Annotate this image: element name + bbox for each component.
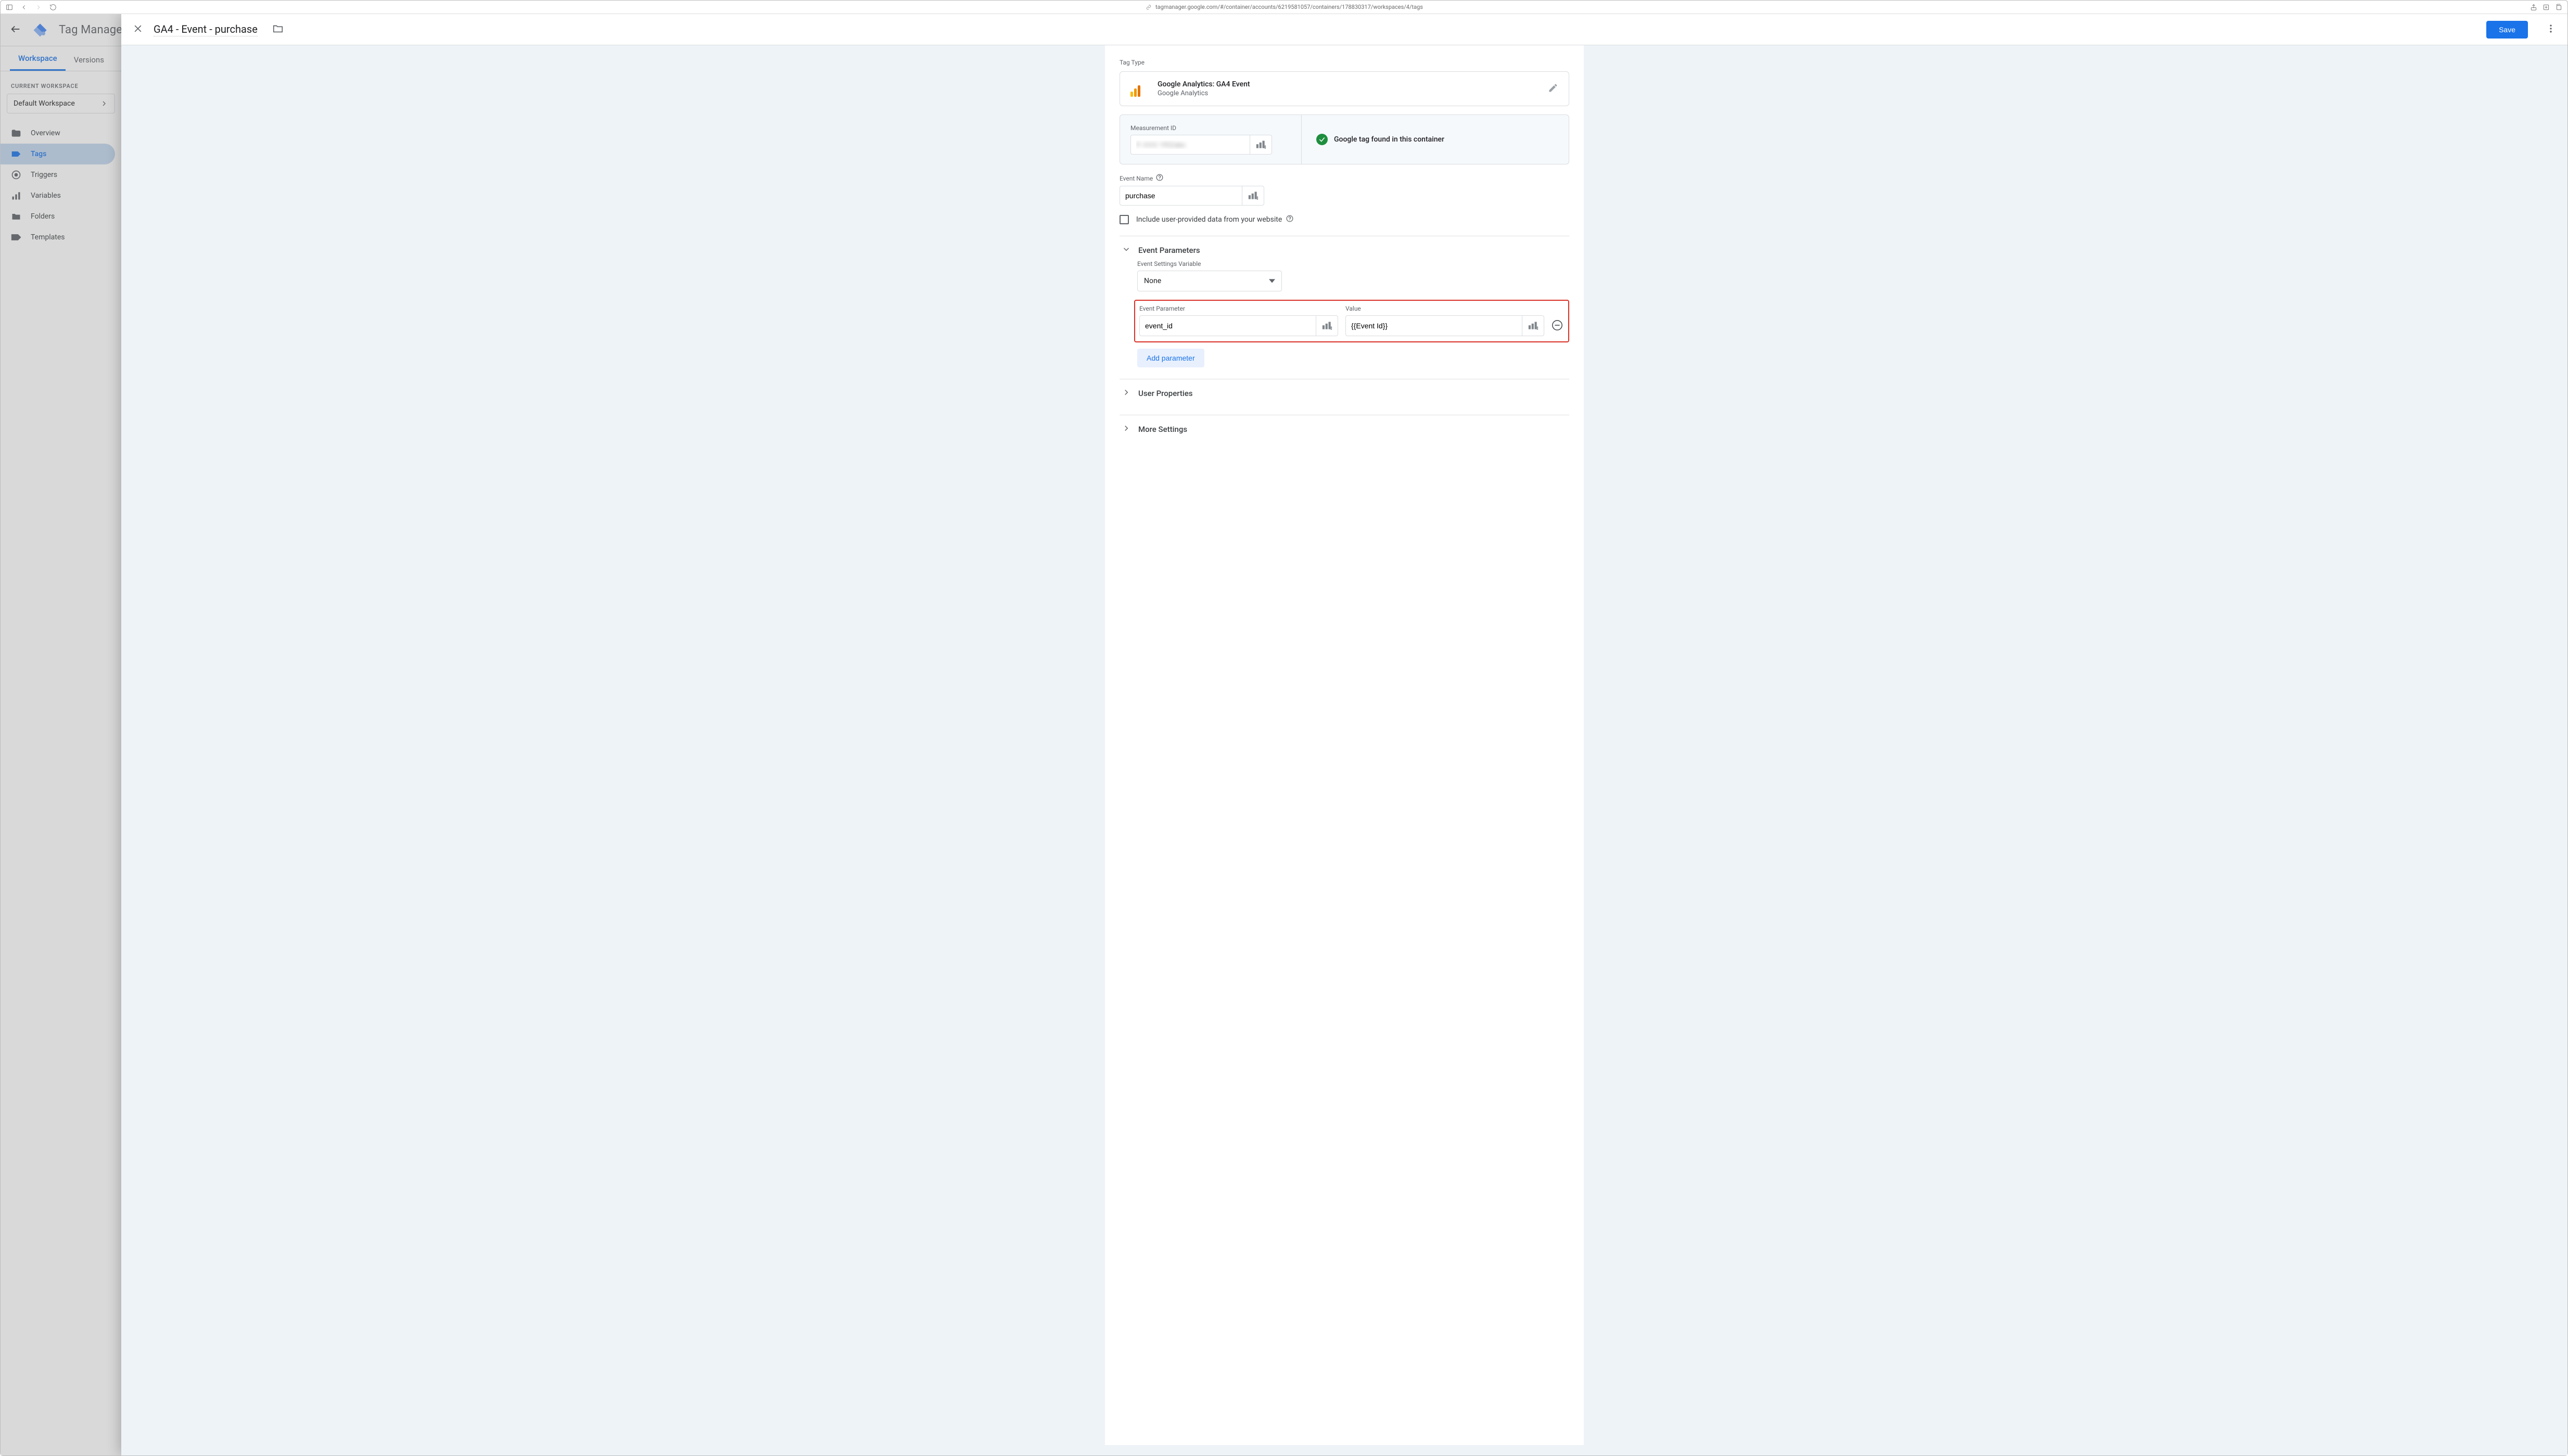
variable-picker-button[interactable] [1242,186,1264,206]
browser-toolbar: tagmanager.google.com/#/container/accoun… [1,1,2567,14]
sidebar-item-triggers[interactable]: Triggers [1,164,115,185]
new-tab-icon[interactable] [2542,4,2550,11]
tag-type-title: Google Analytics: GA4 Event [1158,80,1250,88]
measurement-id-input[interactable] [1130,135,1250,155]
browser-reload-icon[interactable] [49,4,57,11]
sidebar-label: Folders [31,212,55,221]
tag-type-selector[interactable]: Google Analytics: GA4 Event Google Analy… [1120,71,1569,106]
overview-icon [11,128,21,138]
variable-picker-button[interactable] [1250,135,1272,155]
sidebar-item-templates[interactable]: Templates [1,227,115,248]
event-parameter-value-input[interactable] [1345,315,1522,336]
sidebar-label: Overview [31,129,60,137]
workspace-selector[interactable]: Default Workspace [7,94,115,113]
sidebar-label: Templates [31,233,65,241]
help-icon[interactable] [1156,174,1163,183]
tab-versions[interactable]: Versions [66,55,112,71]
event-parameter-row-highlighted: Event Parameter Value [1134,300,1569,342]
more-menu-button[interactable] [2546,23,2556,36]
close-button[interactable] [133,23,143,36]
add-parameter-button[interactable]: Add parameter [1137,349,1204,367]
workspace-name: Default Workspace [14,99,75,108]
select-value: None [1144,277,1161,285]
tabs-icon[interactable] [2555,4,2562,11]
templates-icon [11,232,21,242]
panel-title[interactable]: GA4 - Event - purchase [154,23,258,36]
variables-icon [11,190,21,201]
event-settings-variable-label: Event Settings Variable [1137,260,1569,267]
back-button[interactable] [10,23,21,37]
save-button[interactable]: Save [2486,21,2528,39]
tags-icon [11,149,21,159]
measurement-id-label: Measurement ID [1130,124,1287,132]
url-bar[interactable]: tagmanager.google.com/#/container/accoun… [1145,4,1423,11]
google-analytics-icon [1130,81,1146,97]
tag-config-card: Tag Type Google Analytics: GA4 Event Goo… [1105,45,1584,1445]
event-parameter-name-input[interactable] [1139,315,1316,336]
tag-type-label: Tag Type [1120,59,1569,66]
sidebar-label: Variables [31,191,61,200]
google-tag-found-status: Google tag found in this container [1316,134,1444,145]
sidebar-item-overview[interactable]: Overview [1,123,115,144]
user-properties-header: User Properties [1138,389,1193,398]
url-text: tagmanager.google.com/#/container/accoun… [1155,4,1423,10]
tag-type-subtitle: Google Analytics [1158,90,1250,97]
event-parameter-value-label: Value [1345,305,1544,312]
chevron-down-icon [1122,245,1131,256]
sidebar-label: Triggers [31,171,57,179]
event-name-input[interactable] [1120,186,1242,206]
link-icon [1145,4,1152,11]
browser-forward-icon [35,4,42,11]
variable-picker-button[interactable] [1522,315,1544,336]
variable-picker-button[interactable] [1316,315,1338,336]
sidebar-item-folders[interactable]: Folders [1,206,115,227]
more-settings-header: More Settings [1138,425,1187,434]
remove-parameter-button[interactable] [1552,320,1564,332]
app-title: Tag Manager [59,23,126,36]
share-icon[interactable] [2530,4,2537,11]
sidebar-item-tags[interactable]: Tags [1,144,115,164]
include-user-data-checkbox[interactable] [1120,215,1129,224]
measurement-id-section: Measurement ID Google tag found in this … [1120,114,1569,164]
include-user-data-label: Include user-provided data from your web… [1136,215,1293,224]
event-settings-variable-select[interactable]: None [1137,271,1282,291]
checkmark-icon [1316,134,1328,145]
gtm-logo-icon [32,22,48,39]
help-icon[interactable] [1286,215,1293,224]
tab-workspace[interactable]: Workspace [10,54,66,71]
triggers-icon [11,170,21,180]
edit-tag-type-icon[interactable] [1548,83,1558,95]
sidebar-toggle-icon[interactable] [6,4,13,11]
sidebar: CURRENT WORKSPACE Default Workspace Over… [1,71,121,1455]
user-properties-toggle[interactable]: User Properties [1120,379,1569,403]
chevron-right-icon [1122,388,1131,399]
sidebar-label: Tags [31,150,46,158]
event-parameters-header: Event Parameters [1138,246,1200,255]
sidebar-item-variables[interactable]: Variables [1,185,115,206]
workspace-section-label: CURRENT WORKSPACE [1,78,121,94]
folders-icon [11,211,21,222]
event-parameter-label: Event Parameter [1139,305,1338,312]
more-settings-toggle[interactable]: More Settings [1120,415,1569,439]
event-parameters-toggle[interactable]: Event Parameters [1120,236,1569,260]
chevron-right-icon [1122,424,1131,435]
event-name-label: Event Name [1120,174,1569,183]
browser-back-icon[interactable] [20,4,28,11]
google-tag-found-text: Google tag found in this container [1334,135,1444,144]
tag-edit-panel: GA4 - Event - purchase Save Tag Type Goo… [121,14,2567,1455]
folder-icon[interactable] [272,23,284,36]
